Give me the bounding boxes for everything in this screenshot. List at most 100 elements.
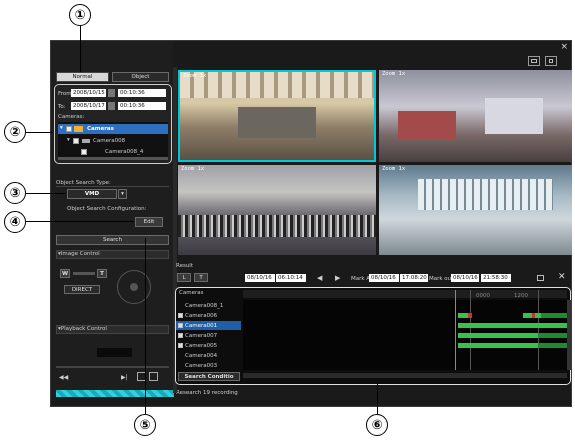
callout-2-line: [26, 132, 53, 133]
callout-6: ⑥: [366, 414, 388, 436]
mark-out-line: [538, 290, 539, 370]
to-time-field[interactable]: 00:10:36: [118, 102, 166, 110]
camera-icon: [82, 139, 90, 143]
tree-sub-checkbox[interactable]: [81, 149, 87, 155]
timeline-scrollbar[interactable]: [243, 373, 567, 378]
row-checkbox[interactable]: [178, 333, 183, 338]
zoom-wide-button[interactable]: W: [60, 269, 70, 278]
close-icon[interactable]: ×: [560, 42, 568, 52]
zoom-tele-button[interactable]: T: [97, 269, 107, 278]
search-progress-bar: [56, 390, 174, 397]
callout-2: ②: [4, 121, 26, 143]
from-date-field[interactable]: 2008/10/15: [71, 89, 106, 97]
export-icon[interactable]: [149, 372, 158, 381]
recording-bar[interactable]: [458, 333, 538, 338]
tab-object[interactable]: Object: [112, 72, 169, 82]
row-checkbox[interactable]: [178, 343, 183, 348]
ruler-tick-0: 0000: [476, 293, 490, 299]
mark-a-time-field[interactable]: 17:08:20: [400, 274, 428, 282]
timeline-row[interactable]: Camera004: [176, 351, 241, 360]
callout-1-line: [80, 26, 81, 72]
mark-out-label: Mark out: [429, 276, 454, 282]
object-search-type-divider: [56, 186, 169, 187]
step-forward-icon[interactable]: ▶|: [121, 374, 128, 381]
tree-scrollbar[interactable]: [58, 157, 168, 160]
search-progress-label: Research 19 recording: [176, 390, 238, 396]
search-button[interactable]: Search: [56, 235, 169, 245]
tree-child-expand-icon[interactable]: ▾: [67, 137, 70, 143]
camera-tile-2[interactable]: Zoom 1x: [379, 70, 572, 162]
camera-name: Camera003: [185, 362, 218, 369]
mark-a-date-field[interactable]: 08/10/16: [369, 274, 399, 282]
camera-tile-3[interactable]: Zoom 1x: [178, 165, 376, 255]
from-calendar-icon[interactable]: [108, 89, 115, 97]
clear-icon[interactable]: ✕: [558, 272, 566, 282]
mark-a-line: [470, 290, 471, 370]
fullscreen-icon[interactable]: [545, 56, 557, 66]
timeline-cameras-header: Cameras: [179, 290, 204, 296]
camera-name: Camera005: [185, 342, 218, 349]
callout-3: ③: [4, 182, 26, 204]
to-date-field[interactable]: 2008/10/17: [71, 102, 106, 110]
tree-child-label: Camera008: [93, 138, 126, 144]
timeline-row[interactable]: Camera007: [176, 331, 241, 340]
zoom-slider[interactable]: [73, 272, 95, 275]
timeline-row[interactable]: Camera008_1: [176, 301, 241, 310]
timeline-v-scrollbar[interactable]: [567, 300, 571, 370]
frame-back-icon[interactable]: ◀: [317, 274, 322, 282]
playback-control-header[interactable]: ▾Playback Control: [58, 326, 107, 332]
result-next-button[interactable]: T: [194, 273, 208, 282]
tree-expand-icon[interactable]: ▾: [60, 125, 63, 131]
row-checkbox[interactable]: [178, 323, 183, 328]
mark-out-time-field[interactable]: 21:58:30: [481, 274, 511, 282]
search-condition-dropdown[interactable]: Search Conditio: [178, 372, 240, 381]
image-control-header[interactable]: ▾Image Control: [58, 251, 100, 257]
tile-3-zoom-label: Zoom 1x: [181, 166, 205, 172]
camera-name: Camera006: [185, 312, 218, 319]
callout-6-line: [377, 384, 378, 414]
timeline-row-selected[interactable]: Camera001: [176, 321, 241, 330]
callout-1: ①: [69, 4, 91, 26]
tree-child-checkbox[interactable]: [73, 138, 79, 144]
object-search-type-select[interactable]: VMD: [67, 189, 117, 199]
to-calendar-icon[interactable]: [108, 102, 115, 110]
edit-button[interactable]: Edit: [135, 217, 163, 227]
timeline-row[interactable]: Camera006: [176, 311, 241, 320]
callout-4-line: [26, 221, 134, 222]
tree-root-checkbox[interactable]: [66, 126, 72, 132]
layout-icon[interactable]: [528, 56, 540, 66]
camera-name: Camera001: [185, 322, 218, 329]
timeline-row[interactable]: Camera003: [176, 361, 241, 370]
camera-name: Camera007: [185, 332, 218, 339]
camera-tile-4[interactable]: Zoom 1x: [379, 165, 572, 255]
event-marker[interactable]: [468, 313, 472, 318]
mark-out-date-field[interactable]: 08/10/16: [451, 274, 479, 282]
playback-display: [97, 348, 132, 357]
tree-sub-label: Camera008_4: [105, 149, 144, 155]
callout-3-line: [26, 193, 66, 194]
result-time-field[interactable]: 06:10:14: [276, 274, 306, 282]
recording-bar[interactable]: [538, 343, 567, 348]
mark-a-label: Mark A: [351, 276, 371, 282]
rewind-icon[interactable]: ◀◀: [59, 374, 68, 381]
playhead-line[interactable]: [455, 290, 456, 370]
recording-bar[interactable]: [458, 343, 538, 348]
to-label: To:: [58, 104, 66, 110]
lock-icon[interactable]: [537, 275, 544, 281]
chevron-down-icon[interactable]: ▾: [118, 189, 127, 199]
result-prev-button[interactable]: L: [177, 273, 191, 282]
row-checkbox[interactable]: [178, 313, 183, 318]
timeline-row[interactable]: Camera005: [176, 341, 241, 350]
recording-bar[interactable]: [458, 323, 567, 328]
frame-forward-icon[interactable]: ▶: [335, 274, 340, 282]
recording-bar[interactable]: [538, 333, 567, 338]
tab-normal[interactable]: Normal: [56, 72, 109, 82]
event-marker[interactable]: [532, 313, 535, 318]
camera-tile-1[interactable]: Zoom 1x: [178, 70, 376, 162]
from-time-field[interactable]: 00:10:36: [118, 89, 166, 97]
result-date-field[interactable]: 08/10/16: [245, 274, 275, 282]
direct-button[interactable]: DIRECT: [64, 285, 100, 294]
playback-slider[interactable]: [56, 366, 169, 368]
callout-5-line: [145, 238, 146, 414]
recording-bar[interactable]: [541, 313, 567, 318]
